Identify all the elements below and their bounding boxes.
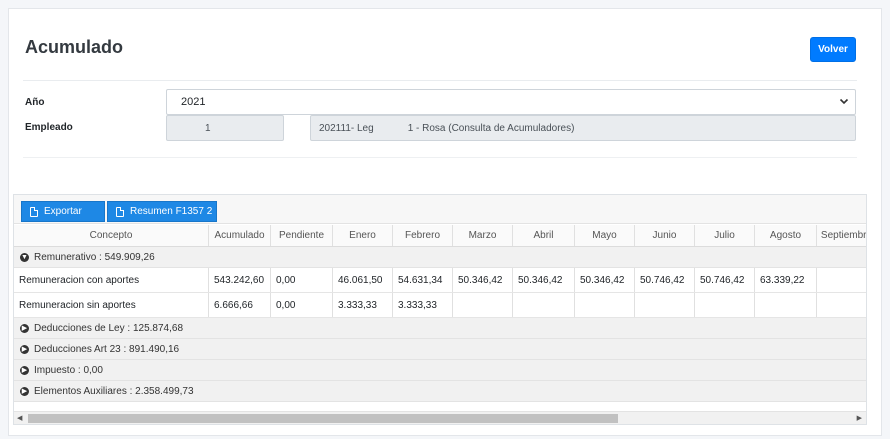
employee-id-field[interactable]: 1 — [166, 115, 284, 141]
table-cell — [453, 293, 513, 317]
divider — [23, 80, 857, 81]
group-label: Impuesto : 0,00 — [34, 364, 103, 376]
column-header: Enero — [333, 225, 393, 246]
scroll-left-icon[interactable]: ◀ — [17, 412, 22, 424]
table-cell: 3.333,33 — [393, 293, 453, 317]
export-button[interactable]: Exportar — [21, 201, 105, 222]
group-label: Deducciones Art 23 : 891.490,16 — [34, 343, 180, 355]
accumulated-grid: Exportar Resumen F1357 2 Concepto Acumula… — [13, 194, 867, 425]
scroll-right-icon[interactable]: ▶ — [857, 412, 862, 424]
table-cell — [817, 268, 866, 292]
accumulated-panel: Acumulado Volver Año 2021 Empleado 1 202… — [8, 8, 882, 436]
horizontal-scrollbar[interactable]: ◀ ▶ — [14, 411, 866, 424]
column-header: Junio — [635, 225, 695, 246]
chevron-right-circle-icon[interactable]: ▶ — [20, 344, 29, 354]
table-cell — [635, 293, 695, 317]
column-header: Septiembre — [817, 225, 866, 246]
document-icon — [30, 206, 38, 217]
employee-label: Empleado — [25, 122, 73, 133]
table-cell — [755, 293, 817, 317]
table-cell: 0,00 — [271, 293, 333, 317]
table-cell: 6.666,66 — [209, 293, 271, 317]
scroll-thumb[interactable] — [28, 414, 618, 423]
table-cell: 50.746,42 — [635, 268, 695, 292]
table-header-row: Concepto Acumulado Pendiente Enero Febrero Ma… — [14, 225, 866, 247]
group-label: Elementos Auxiliares : 2.358.499,73 — [34, 385, 194, 397]
chevron-right-circle-icon[interactable]: ▶ — [20, 386, 29, 396]
group-label: Remunerativo : 549.909,26 — [34, 251, 155, 263]
document-icon — [116, 206, 124, 217]
column-header: Agosto — [755, 225, 817, 246]
table-cell: 54.631,34 — [393, 268, 453, 292]
column-header: Abril — [513, 225, 575, 246]
table-cell: Remuneracion con aportes — [14, 268, 209, 292]
group-row[interactable]: ▶ Impuesto : 0,00 — [14, 360, 866, 381]
table-row[interactable]: Remuneracion con aportes 543.242,60 0,00 46… — [14, 268, 866, 293]
table-cell: 46.061,50 — [333, 268, 393, 292]
table-cell: 50.346,42 — [453, 268, 513, 292]
employee-name: 1 - Rosa (Consulta de Acumuladores) — [407, 122, 575, 134]
column-header: Julio — [695, 225, 755, 246]
column-header: Acumulado — [209, 225, 271, 246]
table-cell: 50.746,42 — [695, 268, 755, 292]
table-cell — [575, 293, 635, 317]
table-cell — [695, 293, 755, 317]
table-cell: 50.346,42 — [513, 268, 575, 292]
employee-info-field[interactable]: 202111- Leg 1 - Rosa (Consulta de Acumul… — [310, 115, 856, 141]
table-cell: 63.339,22 — [755, 268, 817, 292]
column-header: Mayo — [575, 225, 635, 246]
table-row[interactable]: Remuneracion sin aportes 6.666,66 0,00 3.33… — [14, 293, 866, 318]
summary-f1357-button[interactable]: Resumen F1357 2 — [107, 201, 217, 222]
employee-code: 202111- Leg — [319, 122, 374, 134]
table-cell — [513, 293, 575, 317]
table-cell: 0,00 — [271, 268, 333, 292]
group-row[interactable]: ▶ Deducciones de Ley : 125.874,68 — [14, 318, 866, 339]
year-value: 2021 — [181, 96, 206, 108]
group-row[interactable]: ▶ Deducciones Art 23 : 891.490,16 — [14, 339, 866, 360]
chevron-right-circle-icon[interactable]: ▶ — [20, 365, 29, 375]
column-header: Febrero — [393, 225, 453, 246]
table-cell: 50.346,42 — [575, 268, 635, 292]
group-row[interactable]: ▼ Remunerativo : 549.909,26 — [14, 247, 866, 268]
table-cell — [817, 293, 866, 317]
table-cell: Remuneracion sin aportes — [14, 293, 209, 317]
column-header: Marzo — [453, 225, 513, 246]
group-row[interactable]: ▶ Elementos Auxiliares : 2.358.499,73 — [14, 381, 866, 402]
grid-toolbar: Exportar Resumen F1357 2 — [14, 195, 866, 224]
table-cell: 3.333,33 — [333, 293, 393, 317]
year-select[interactable]: 2021 — [166, 89, 856, 115]
column-header: Concepto — [14, 225, 209, 246]
export-label: Exportar — [44, 206, 82, 217]
group-label: Deducciones de Ley : 125.874,68 — [34, 322, 183, 334]
page-title: Acumulado — [25, 37, 124, 57]
table-cell: 543.242,60 — [209, 268, 271, 292]
back-button[interactable]: Volver — [810, 37, 856, 62]
year-label: Año — [25, 97, 45, 108]
divider — [23, 157, 857, 158]
column-header: Pendiente — [271, 225, 333, 246]
chevron-down-icon — [839, 96, 849, 109]
summary-label: Resumen F1357 2 — [130, 206, 213, 217]
chevron-right-circle-icon[interactable]: ▶ — [20, 323, 29, 333]
chevron-down-circle-icon[interactable]: ▼ — [20, 252, 29, 262]
